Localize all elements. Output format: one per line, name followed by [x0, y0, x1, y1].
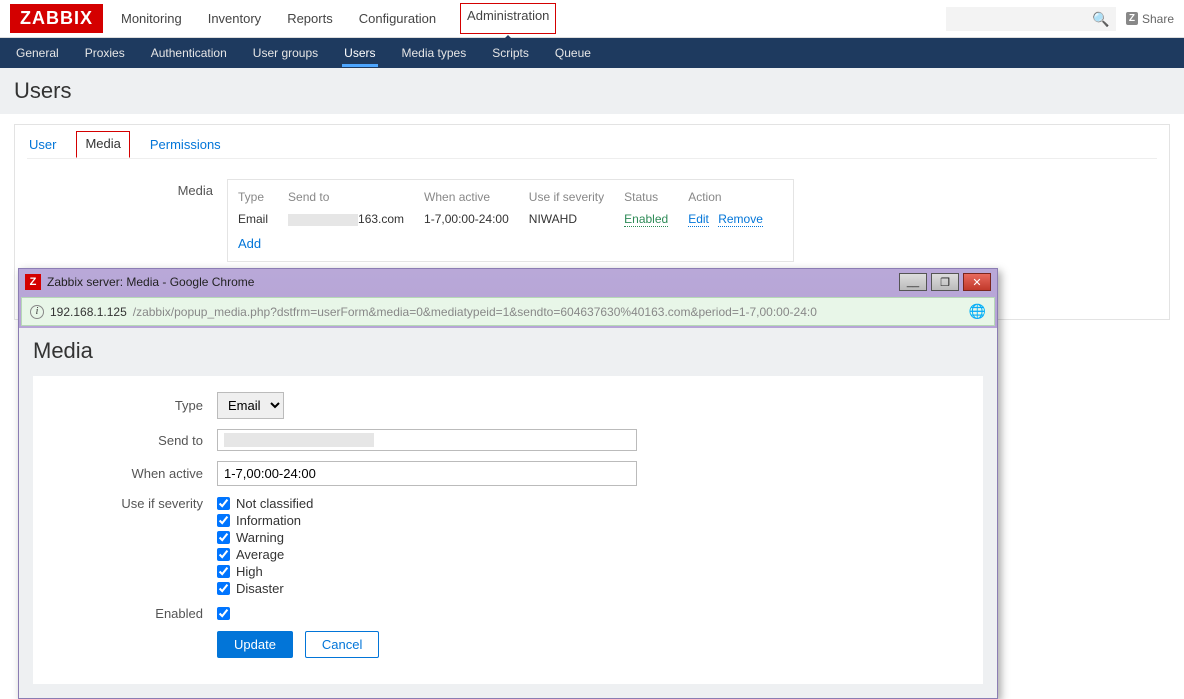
nav-inventory[interactable]: Inventory: [206, 3, 263, 34]
media-data-row: Email 163.com 1-7,00:00-24:00 NIWAHD Ena…: [238, 208, 783, 230]
media-table: Type Send to When active Use if severity…: [227, 179, 794, 262]
subnav-usergroups[interactable]: User groups: [251, 40, 320, 66]
type-select[interactable]: Email: [217, 392, 284, 419]
sub-navigation: General Proxies Authentication User grou…: [0, 38, 1184, 68]
url-path: /zabbix/popup_media.php?dstfrm=userForm&…: [133, 305, 817, 319]
media-row: Media Type Send to When active Use if se…: [27, 179, 1157, 262]
type-label: Type: [47, 398, 217, 413]
sendto-label: Send to: [47, 433, 217, 448]
nav-reports[interactable]: Reports: [285, 3, 335, 34]
whenactive-input[interactable]: [217, 461, 637, 486]
status-toggle[interactable]: Enabled: [624, 212, 668, 227]
popup-titlebar[interactable]: Z Zabbix server: Media - Google Chrome _…: [19, 269, 997, 295]
subnav-mediatypes[interactable]: Media types: [400, 40, 469, 66]
severity-label: Use if severity: [47, 496, 217, 511]
popup-window: Z Zabbix server: Media - Google Chrome _…: [18, 268, 998, 699]
popup-title: Media: [33, 338, 983, 364]
nav-administration[interactable]: Administration: [460, 3, 556, 34]
search-input[interactable]: [946, 7, 1116, 31]
hdr-severity: Use if severity: [529, 186, 624, 208]
address-bar[interactable]: i 192.168.1.125/zabbix/popup_media.php?d…: [21, 297, 995, 326]
page-header: Users: [0, 68, 1184, 114]
hdr-sendto: Send to: [288, 186, 424, 208]
enabled-label: Enabled: [47, 606, 217, 621]
remove-link[interactable]: Remove: [718, 212, 763, 227]
enabled-checkbox[interactable]: [217, 607, 230, 620]
subnav-general[interactable]: General: [14, 40, 61, 66]
severity-list: Not classified Information Warning Avera…: [217, 496, 313, 596]
sendto-redacted: [224, 433, 374, 447]
hdr-action: Action: [688, 186, 783, 208]
popup-cancel-button[interactable]: Cancel: [305, 631, 379, 658]
cell-whenactive: 1-7,00:00-24:00: [424, 208, 529, 230]
sev-information-label: Information: [236, 513, 301, 528]
nav-configuration[interactable]: Configuration: [357, 3, 438, 34]
sev-notclassified-label: Not classified: [236, 496, 313, 511]
subnav-authentication[interactable]: Authentication: [149, 40, 229, 66]
tab-user[interactable]: User: [27, 131, 58, 158]
popup-form: Type Email Send to When active Us: [33, 376, 983, 684]
media-label: Media: [27, 179, 227, 198]
tab-permissions[interactable]: Permissions: [148, 131, 223, 158]
share-label: Share: [1142, 12, 1174, 26]
zabbix-app-icon: Z: [25, 274, 41, 290]
subnav-proxies[interactable]: Proxies: [83, 40, 127, 66]
logo: ZABBIX: [10, 4, 103, 33]
sev-disaster-label: Disaster: [236, 581, 284, 596]
cell-sendto-suffix: 163.com: [358, 212, 404, 226]
sev-average[interactable]: [217, 548, 230, 561]
sev-high[interactable]: [217, 565, 230, 578]
hdr-whenactive: When active: [424, 186, 529, 208]
topbar: ZABBIX Monitoring Inventory Reports Conf…: [0, 0, 1184, 38]
search-wrap: 🔍: [946, 7, 1116, 31]
sev-average-label: Average: [236, 547, 284, 562]
hdr-status: Status: [624, 186, 688, 208]
sev-warning-label: Warning: [236, 530, 284, 545]
subnav-scripts[interactable]: Scripts: [490, 40, 531, 66]
sev-high-label: High: [236, 564, 263, 579]
nav-monitoring[interactable]: Monitoring: [119, 3, 184, 34]
tab-media[interactable]: Media: [76, 131, 129, 158]
user-tabs: User Media Permissions: [27, 131, 1157, 159]
edit-link[interactable]: Edit: [688, 212, 709, 227]
sev-information[interactable]: [217, 514, 230, 527]
popup-window-title: Zabbix server: Media - Google Chrome: [47, 275, 254, 289]
media-header-row: Type Send to When active Use if severity…: [238, 186, 783, 208]
popup-update-button[interactable]: Update: [217, 631, 293, 658]
sev-notclassified[interactable]: [217, 497, 230, 510]
close-button[interactable]: ✕: [963, 273, 991, 291]
translate-icon[interactable]: 🌐: [969, 303, 986, 320]
cell-sendto: 163.com: [288, 208, 424, 230]
url-host: 192.168.1.125: [50, 305, 127, 319]
share-button[interactable]: Z Share: [1126, 12, 1174, 26]
info-icon[interactable]: i: [30, 305, 44, 319]
minimize-button[interactable]: __: [899, 273, 927, 291]
whenactive-label: When active: [47, 466, 217, 481]
sendto-input-wrap[interactable]: [217, 429, 637, 451]
top-navigation: Monitoring Inventory Reports Configurati…: [119, 3, 556, 34]
popup-body: Media Type Email Send to When active: [19, 328, 997, 698]
cell-type: Email: [238, 208, 288, 230]
redacted-email: [288, 214, 358, 226]
sev-warning[interactable]: [217, 531, 230, 544]
hdr-type: Type: [238, 186, 288, 208]
sev-disaster[interactable]: [217, 582, 230, 595]
cell-severity: NIWAHD: [529, 208, 624, 230]
page-title: Users: [14, 78, 1170, 104]
maximize-button[interactable]: ❐: [931, 273, 959, 291]
add-media-link[interactable]: Add: [238, 236, 261, 251]
search-icon[interactable]: 🔍: [1092, 11, 1109, 28]
subnav-users[interactable]: Users: [342, 40, 377, 67]
subnav-queue[interactable]: Queue: [553, 40, 593, 66]
z-badge-icon: Z: [1126, 12, 1138, 25]
